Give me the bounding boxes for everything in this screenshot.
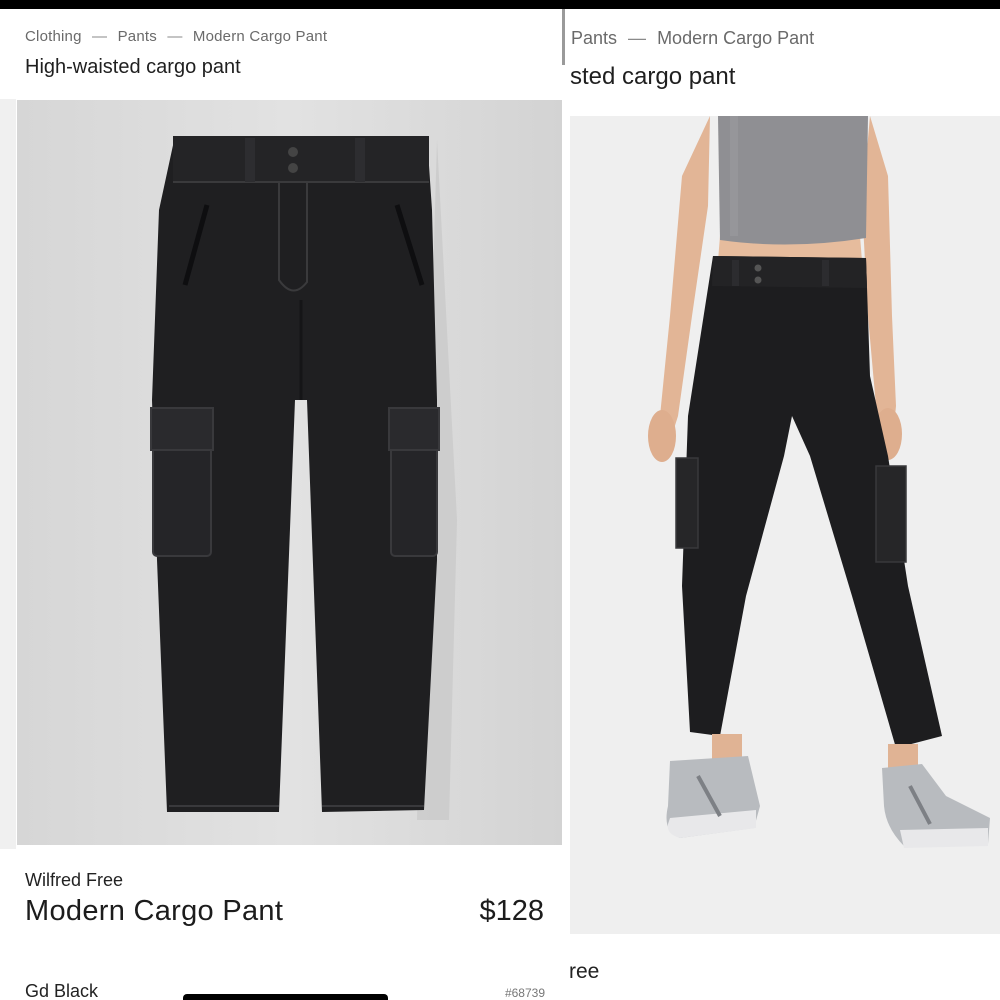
- product-image[interactable]: [17, 100, 562, 845]
- flat-pants-illustration: [17, 100, 562, 845]
- product-subtitle: High-waisted cargo pant: [25, 56, 241, 78]
- status-bar: [0, 0, 1000, 9]
- breadcrumb-item-pants[interactable]: Pants: [571, 28, 617, 48]
- color-name: Gd Black: [25, 981, 99, 1000]
- product-sku: #68739: [504, 986, 545, 1000]
- breadcrumb-item-product[interactable]: Modern Cargo Pant: [193, 28, 327, 45]
- breadcrumb-separator: —: [167, 28, 183, 45]
- product-title: Modern Cargo Pant: [25, 895, 284, 927]
- color-swatch[interactable]: [183, 994, 388, 1000]
- breadcrumb: Pants — Modern Cargo Pant: [571, 28, 814, 49]
- product-card-right[interactable]: Pants — Modern Cargo Pant sted cargo pan…: [565, 9, 1000, 1000]
- product-price: $128: [479, 895, 544, 927]
- product-card-left[interactable]: Clothing — Pants — Modern Cargo Pant Hig…: [0, 9, 565, 1000]
- brand-name[interactable]: Wilfred Free: [25, 870, 123, 891]
- breadcrumb-item-clothing[interactable]: Clothing: [25, 28, 82, 45]
- brand-name[interactable]: ree: [569, 960, 599, 984]
- previous-card-edge: [0, 99, 16, 849]
- breadcrumb-separator: —: [628, 28, 647, 48]
- product-image[interactable]: [570, 116, 1000, 934]
- model-wearing-pants-illustration: [570, 116, 1000, 934]
- product-subtitle: sted cargo pant: [570, 63, 736, 90]
- breadcrumb: Clothing — Pants — Modern Cargo Pant: [25, 28, 327, 45]
- breadcrumb-item-pants[interactable]: Pants: [118, 28, 157, 45]
- breadcrumb-separator: —: [92, 28, 108, 45]
- breadcrumb-item-product[interactable]: Modern Cargo Pant: [657, 28, 814, 48]
